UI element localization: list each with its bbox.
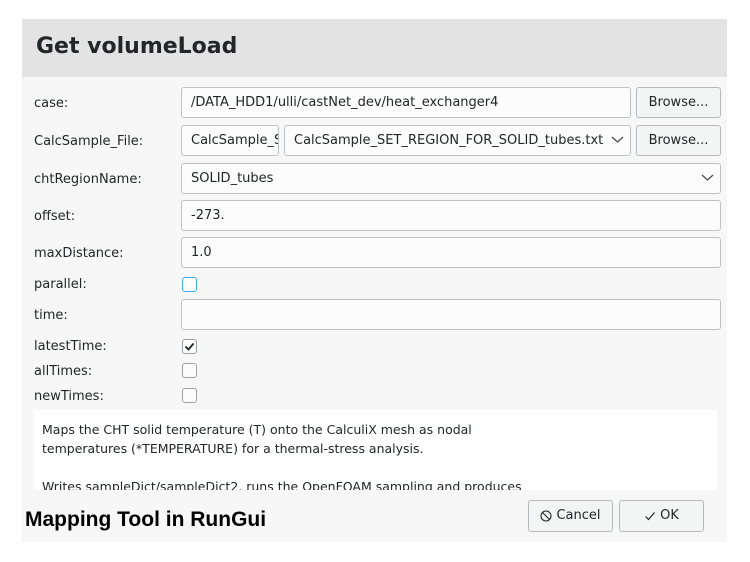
all-times-checkbox[interactable] xyxy=(182,363,197,378)
cht-region-name-select-value: SOLID_tubes xyxy=(191,171,274,186)
parallel-checkbox[interactable] xyxy=(182,277,197,292)
latest-time-label: latestTime: xyxy=(34,339,107,354)
check-icon xyxy=(184,342,195,351)
calcsample-file-select[interactable]: CalcSample_SET_REGION_FOR_SOLID_tubes.tx… xyxy=(284,125,631,156)
new-times-checkbox[interactable] xyxy=(182,388,197,403)
cancel-button-label: Cancel xyxy=(556,508,601,523)
ok-button[interactable]: OK xyxy=(619,500,704,532)
chevron-down-icon xyxy=(701,174,714,181)
all-times-label: allTimes: xyxy=(34,364,93,379)
offset-input[interactable]: -273. xyxy=(181,200,721,231)
new-times-label: newTimes: xyxy=(34,389,104,404)
calcsample-file-browse-button[interactable]: Browse... xyxy=(636,125,721,156)
description-panel: Maps the CHT solid temperature (T) onto … xyxy=(34,410,717,490)
cht-region-name-select[interactable]: SOLID_tubes xyxy=(181,163,721,194)
calcsample-file-select-value: CalcSample_SET_REGION_FOR_SOLID_tubes.tx… xyxy=(294,133,604,148)
latest-time-checkbox[interactable] xyxy=(182,339,197,354)
chevron-down-icon xyxy=(611,136,624,143)
max-distance-input[interactable]: 1.0 xyxy=(181,237,721,268)
dialog-window: Get volumeLoad case: /DATA_HDD1/ulli/cas… xyxy=(22,19,727,542)
dialog-body: case: /DATA_HDD1/ulli/castNet_dev/heat_e… xyxy=(23,77,727,542)
ok-button-label: OK xyxy=(660,508,679,523)
calcsample-file-input[interactable]: CalcSample_S xyxy=(181,125,279,156)
description-line: Writes sampleDict/sampleDict2, runs the … xyxy=(42,479,522,490)
description-line: temperatures (*TEMPERATURE) for a therma… xyxy=(42,441,424,456)
description-line: Maps the CHT solid temperature (T) onto … xyxy=(42,422,472,437)
case-browse-button[interactable]: Browse... xyxy=(636,87,721,118)
case-input[interactable]: /DATA_HDD1/ulli/castNet_dev/heat_exchang… xyxy=(181,87,631,118)
cancel-button[interactable]: Cancel xyxy=(528,500,613,532)
offset-label: offset: xyxy=(34,209,76,224)
cancel-icon xyxy=(540,509,553,522)
time-label: time: xyxy=(34,308,68,323)
case-label: case: xyxy=(34,96,69,111)
check-icon xyxy=(645,511,656,520)
time-input[interactable] xyxy=(181,299,721,330)
max-distance-label: maxDistance: xyxy=(34,246,124,261)
parallel-label: parallel: xyxy=(34,277,87,292)
caption-text: Mapping Tool in RunGui xyxy=(25,508,267,531)
cht-region-name-label: chtRegionName: xyxy=(34,172,142,187)
dialog-title: Get volumeLoad xyxy=(36,34,238,59)
calcsample-file-label: CalcSample_File: xyxy=(34,134,144,149)
dialog-header: Get volumeLoad xyxy=(22,19,727,77)
